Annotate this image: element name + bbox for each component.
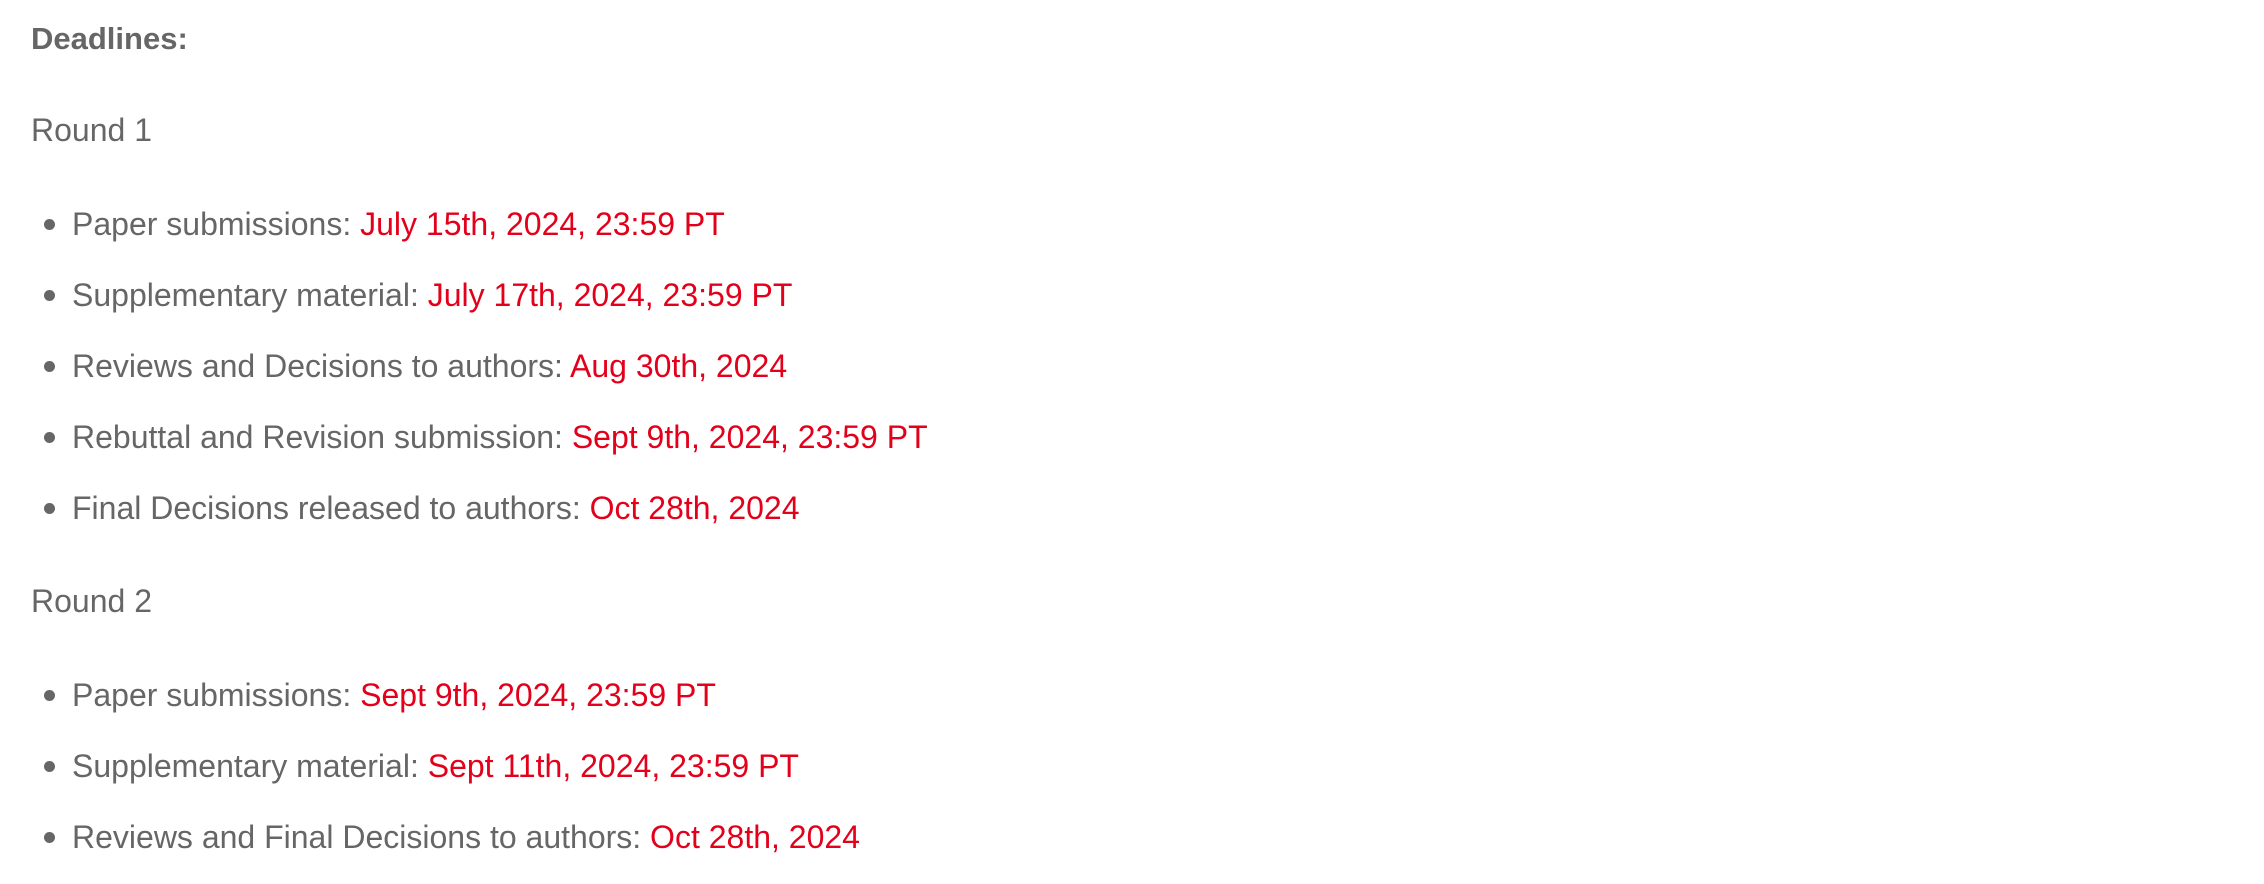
round-1-deadline-list: Paper submissions: July 15th, 2024, 23:5…	[31, 202, 928, 530]
deadline-item: Paper submissions: Sept 9th, 2024, 23:59…	[31, 673, 928, 717]
deadline-item: Final Decisions released to authors: Oct…	[31, 486, 928, 530]
deadline-item: Reviews and Final Decisions to authors: …	[31, 815, 928, 859]
deadline-label: Paper submissions:	[72, 677, 352, 713]
bullet-icon	[44, 503, 55, 514]
deadline-item: Rebuttal and Revision submission: Sept 9…	[31, 415, 928, 459]
round-2-label: Round 2	[31, 583, 152, 619]
deadline-date: Aug 30th, 2024	[570, 348, 788, 384]
bullet-icon	[44, 361, 55, 372]
deadline-label: Reviews and Decisions to authors:	[72, 348, 563, 384]
round-1-label: Round 1	[31, 112, 152, 148]
bullet-icon	[44, 761, 55, 772]
deadlines-heading: Deadlines:	[31, 21, 188, 56]
deadline-item: Supplementary material: Sept 11th, 2024,…	[31, 744, 928, 788]
deadline-date: Sept 9th, 2024, 23:59 PT	[360, 677, 716, 713]
bullet-icon	[44, 290, 55, 301]
bullet-icon	[44, 832, 55, 843]
deadline-item: Paper submissions: July 15th, 2024, 23:5…	[31, 202, 928, 246]
bullet-icon	[44, 690, 55, 701]
deadline-item: Reviews and Decisions to authors: Aug 30…	[31, 344, 928, 388]
deadline-label: Paper submissions:	[72, 206, 352, 242]
bullet-icon	[44, 219, 55, 230]
deadline-label: Final Decisions released to authors:	[72, 490, 581, 526]
deadline-label: Rebuttal and Revision submission:	[72, 419, 563, 455]
deadline-date: Oct 28th, 2024	[650, 819, 860, 855]
deadline-date: July 17th, 2024, 23:59 PT	[427, 277, 793, 313]
deadline-date: Oct 28th, 2024	[589, 490, 800, 526]
deadline-date: Sept 9th, 2024, 23:59 PT	[571, 419, 928, 455]
deadlines-section: Deadlines: Round 1 Paper submissions: Ju…	[31, 18, 928, 859]
deadline-item: Supplementary material: July 17th, 2024,…	[31, 273, 928, 317]
deadline-date: Sept 11th, 2024, 23:59 PT	[427, 748, 799, 784]
deadline-label: Supplementary material:	[72, 748, 419, 784]
deadline-date: July 15th, 2024, 23:59 PT	[360, 206, 725, 242]
deadline-label: Supplementary material:	[72, 277, 419, 313]
bullet-icon	[44, 432, 55, 443]
deadline-label: Reviews and Final Decisions to authors:	[72, 819, 642, 855]
round-2-deadline-list: Paper submissions: Sept 9th, 2024, 23:59…	[31, 673, 928, 859]
